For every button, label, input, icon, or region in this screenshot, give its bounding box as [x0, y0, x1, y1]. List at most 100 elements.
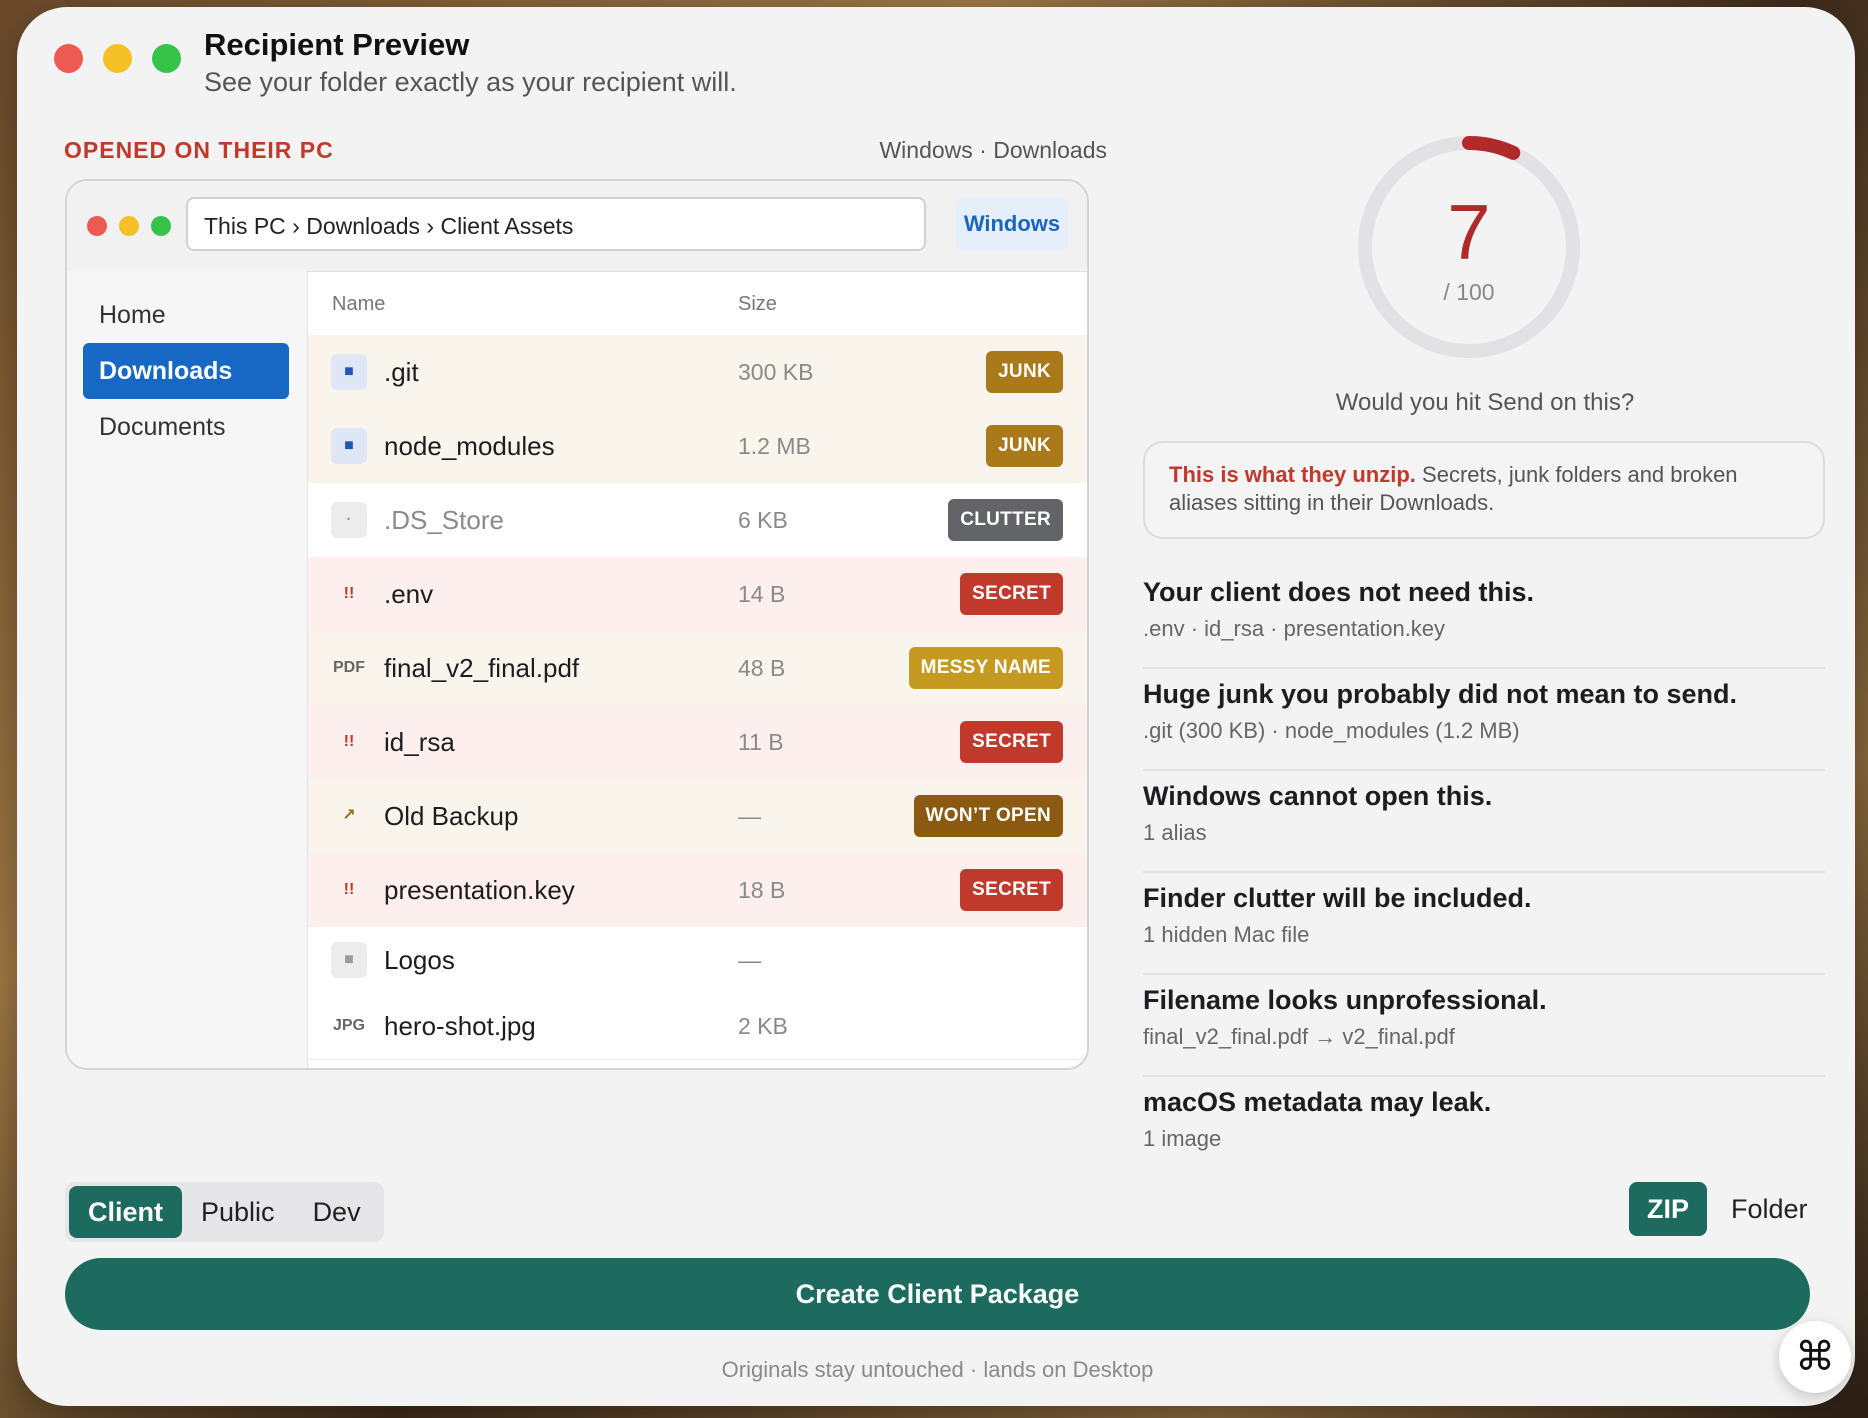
file-size: 300 KB — [738, 359, 814, 385]
file-size: 2 KB — [738, 1013, 788, 1039]
file-name: Logos — [384, 945, 455, 975]
issue-item[interactable]: Huge junk you probably did not mean to s… — [1143, 679, 1825, 771]
file-type-icon: !! — [343, 881, 355, 898]
audience-option-client[interactable]: Client — [69, 1186, 183, 1238]
issue-title: Filename looks unprofessional. — [1143, 985, 1547, 1015]
issue-title: Finder clutter will be included. — [1143, 883, 1532, 913]
file-tag-badge: CLUTTER — [948, 499, 1063, 541]
file-row[interactable]: · .DS_Store 6 KB CLUTTER — [308, 483, 1087, 558]
format-selector: ZIP Folder — [1629, 1182, 1826, 1236]
file-size: 18 B — [738, 877, 786, 903]
explorer-window-dots — [87, 216, 171, 236]
file-name: Old Backup — [384, 801, 519, 831]
address-bar[interactable]: This PC › Downloads › Client Assets — [186, 197, 926, 251]
issue-detail: final_v2_final.pdf → v2_final.pdf — [1143, 1024, 1455, 1049]
issue-item[interactable]: Your client does not need this. .env · id… — [1143, 577, 1825, 669]
file-type-icon: JPG — [332, 1017, 365, 1034]
file-list: Name Size ■ .git 300 KB JUNK ■ node_modules 1.… — [308, 271, 1087, 1068]
close-window-button[interactable] — [54, 44, 83, 73]
file-tag-badge: SECRET — [960, 573, 1063, 615]
file-type-icon: · — [331, 502, 367, 538]
issue-title: Huge junk you probably did not mean to s… — [1143, 679, 1738, 709]
explorer-dot-yellow — [119, 216, 139, 236]
file-row[interactable]: !! presentation.key 18 B SECRET — [308, 853, 1087, 928]
issue-title: Windows cannot open this. — [1143, 781, 1493, 811]
zoom-window-button[interactable] — [152, 44, 181, 73]
file-row[interactable]: ■ Logos — — [308, 927, 1087, 994]
file-name: hero-shot.jpg — [384, 1011, 536, 1041]
file-size: — — [738, 803, 761, 829]
file-size: 1.2 MB — [738, 433, 811, 459]
issue-title: Your client does not need this. — [1143, 577, 1535, 607]
sidebar-item-downloads[interactable]: Downloads — [83, 343, 289, 399]
file-tag-badge: WON’T OPEN — [913, 795, 1063, 837]
file-row[interactable]: !! .env 14 B SECRET — [308, 557, 1087, 632]
unzip-warning: This is what they unzip. Secrets, junk f… — [1143, 441, 1825, 539]
file-name: final_v2_final.pdf — [384, 653, 580, 683]
file-name: .DS_Store — [384, 505, 504, 535]
file-row[interactable]: ■ node_modules 1.2 MB JUNK — [308, 409, 1087, 484]
explorer-dot-red — [87, 216, 107, 236]
file-size: 6 KB — [738, 507, 788, 533]
file-name: presentation.key — [384, 875, 575, 905]
sidebar-item-documents[interactable]: Documents — [83, 399, 289, 455]
format-option-folder[interactable]: Folder — [1713, 1182, 1826, 1236]
name-column-header[interactable]: Name — [332, 293, 385, 316]
file-size: — — [738, 947, 761, 973]
minimize-window-button[interactable] — [103, 44, 132, 73]
os-badge[interactable]: Windows — [956, 197, 1068, 251]
preview-context-label: Windows · Downloads — [879, 137, 1107, 163]
file-row[interactable]: !! id_rsa 11 B SECRET — [308, 705, 1087, 780]
window-controls — [54, 44, 181, 73]
issue-item[interactable]: Filename looks unprofessional. final_v2_f… — [1143, 985, 1825, 1077]
unzip-warning-strong: This is what they unzip. — [1169, 462, 1416, 487]
audience-option-public[interactable]: Public — [182, 1186, 294, 1238]
file-row[interactable]: ■ .git 300 KB JUNK — [308, 335, 1087, 410]
issue-item[interactable]: macOS metadata may leak. 1 image — [1143, 1087, 1825, 1177]
file-tag-badge: JUNK — [986, 351, 1063, 393]
send-question: Would you hit Send on this? — [1335, 389, 1635, 416]
window-subtitle: See your folder exactly as your recipien… — [204, 67, 737, 97]
issue-detail: 1 image — [1143, 1126, 1222, 1151]
explorer-dot-green — [151, 216, 171, 236]
audience-option-dev[interactable]: Dev — [294, 1186, 380, 1238]
preview-section-label: OPENED ON THEIR PC — [64, 137, 334, 163]
file-type-icon: !! — [343, 733, 355, 750]
audience-selector: Client Public Dev — [65, 1182, 384, 1242]
file-tag-badge: JUNK — [986, 425, 1063, 467]
issue-detail: 1 alias — [1143, 820, 1207, 845]
file-row[interactable]: ↗ Old Backup — WON’T OPEN — [308, 779, 1087, 854]
size-column-header[interactable]: Size — [738, 293, 777, 316]
file-type-icon: ■ — [331, 942, 367, 978]
file-row[interactable]: JPG hero-shot.jpg 2 KB — [308, 993, 1087, 1060]
command-icon[interactable]: ⌘ — [1779, 1321, 1851, 1393]
file-size: 11 B — [738, 729, 784, 755]
explorer-preview: This PC › Downloads › Client Assets Wind… — [65, 179, 1089, 1070]
file-name: .env — [384, 579, 434, 609]
file-name: id_rsa — [384, 727, 455, 757]
footnote: Originals stay untouched · lands on Desk… — [721, 1357, 1154, 1382]
file-size: 48 B — [738, 655, 786, 681]
file-type-icon: !! — [343, 585, 355, 602]
score-value: 7 — [1447, 188, 1491, 276]
issue-detail: 1 hidden Mac file — [1143, 922, 1310, 947]
file-row[interactable]: PDF final_v2_final.pdf 48 B MESSY NAME — [308, 631, 1087, 706]
file-tag-badge: SECRET — [960, 869, 1063, 911]
issue-item[interactable]: Windows cannot open this. 1 alias — [1143, 781, 1825, 873]
sidebar-item-home[interactable]: Home — [83, 287, 289, 343]
file-type-icon: ■ — [331, 428, 367, 464]
file-size: 14 B — [738, 581, 786, 607]
explorer-toolbar: This PC › Downloads › Client Assets Wind… — [67, 181, 1087, 272]
file-type-icon: ■ — [331, 354, 367, 390]
app-window: Recipient Preview See your folder exactl… — [17, 7, 1855, 1406]
file-tag-badge: MESSY NAME — [908, 647, 1063, 689]
issue-detail: .env · id_rsa · presentation.key — [1143, 616, 1446, 641]
issue-item[interactable]: Finder clutter will be included. 1 hidden… — [1143, 883, 1825, 975]
issue-title: macOS metadata may leak. — [1143, 1087, 1492, 1117]
issue-detail: .git (300 KB) · node_modules (1.2 MB) — [1143, 718, 1520, 743]
file-list-header: Name Size — [308, 271, 1087, 336]
window-title: Recipient Preview — [204, 27, 470, 62]
format-option-zip[interactable]: ZIP — [1629, 1182, 1708, 1236]
file-name: node_modules — [384, 431, 555, 461]
create-package-button[interactable]: Create Client Package — [65, 1258, 1810, 1330]
